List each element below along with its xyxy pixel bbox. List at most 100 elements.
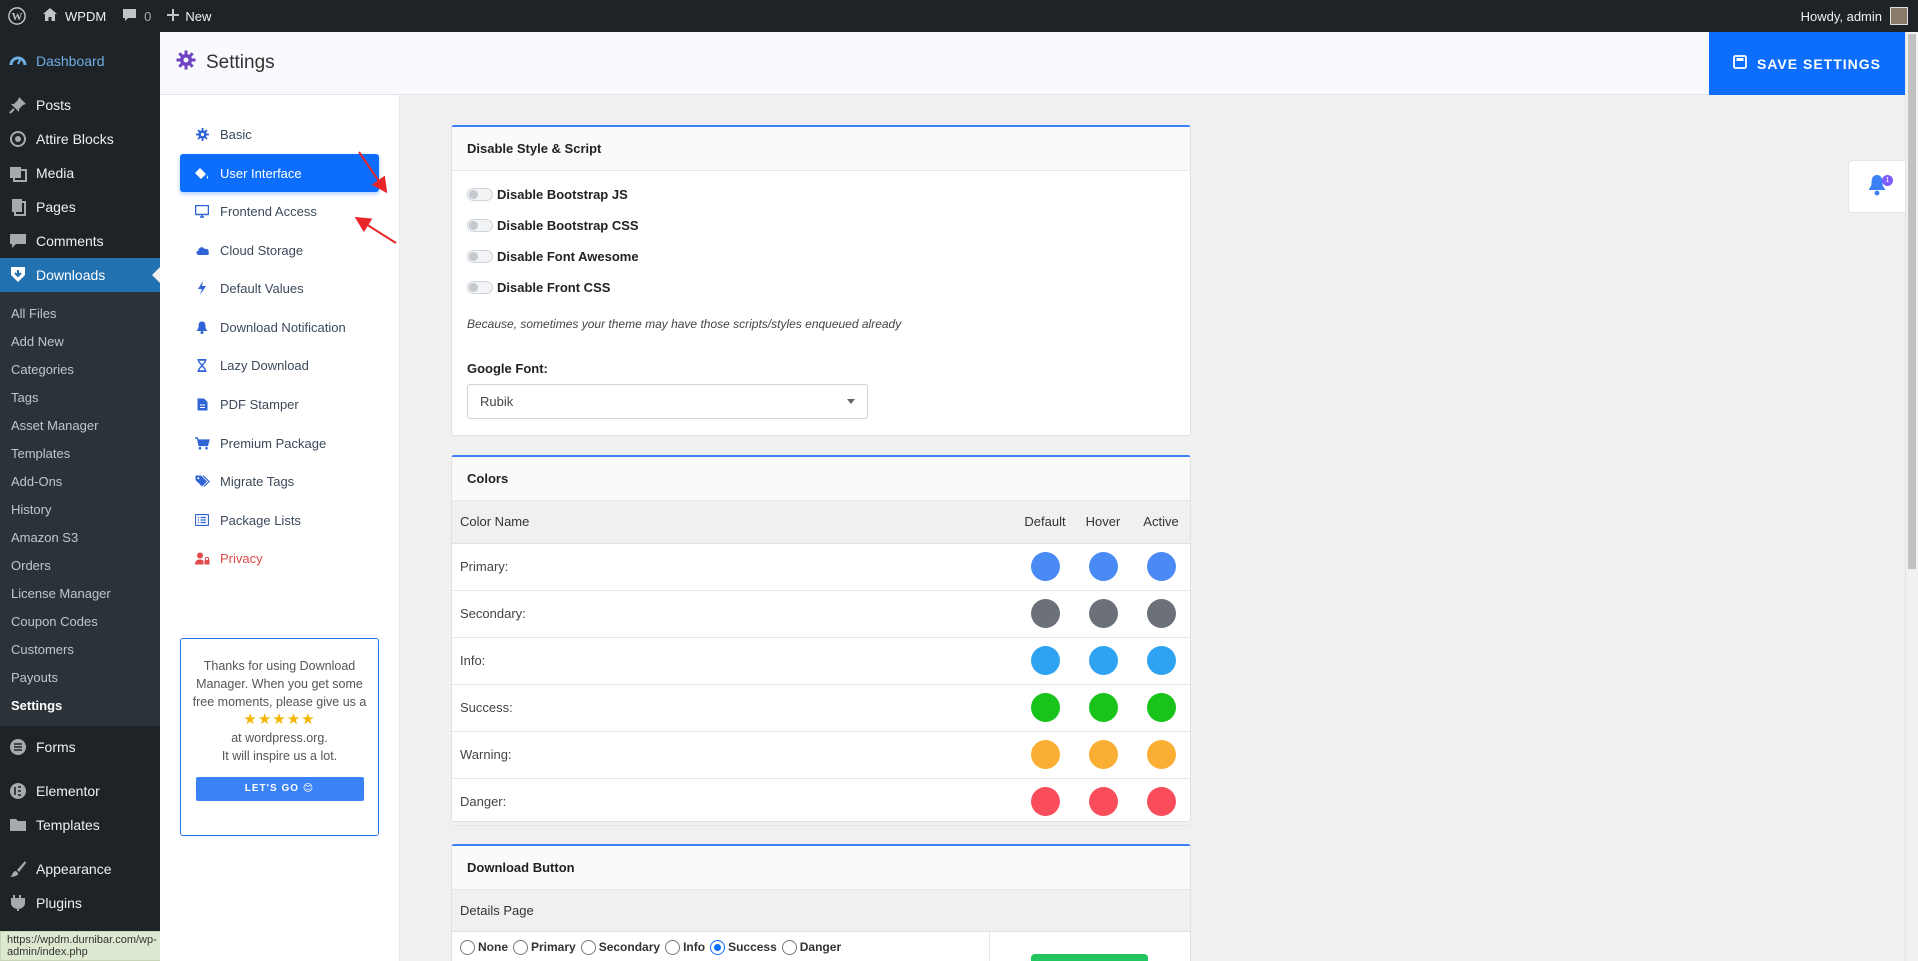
color-cell-active bbox=[1132, 731, 1190, 779]
radio-primary[interactable] bbox=[513, 939, 528, 955]
color-swatch-active[interactable] bbox=[1146, 787, 1176, 816]
menu-appearance[interactable]: Appearance bbox=[0, 852, 160, 886]
wordpress-logo-icon[interactable]: W bbox=[0, 0, 34, 32]
color-swatch-hover[interactable] bbox=[1088, 740, 1118, 769]
radio-none[interactable] bbox=[460, 939, 475, 955]
submenu-settings[interactable]: Settings bbox=[0, 691, 160, 719]
menu-label: Attire Blocks bbox=[36, 131, 114, 147]
toggle-label: Disable Bootstrap CSS bbox=[497, 218, 639, 233]
color-swatch-hover[interactable] bbox=[1088, 787, 1118, 816]
submenu-all-files[interactable]: All Files bbox=[0, 299, 160, 327]
colors-table: Color Name Default Hover Active Primary:… bbox=[452, 501, 1190, 826]
color-swatch-active[interactable] bbox=[1146, 552, 1176, 581]
menu-plugins[interactable]: Plugins bbox=[0, 886, 160, 920]
nav-premium-package[interactable]: Premium Package bbox=[180, 424, 379, 462]
nav-basic[interactable]: Basic bbox=[180, 115, 379, 153]
radio-secondary[interactable] bbox=[580, 939, 596, 955]
submenu-categories[interactable]: Categories bbox=[0, 355, 160, 383]
colors-card: Colors Color Name Default Hover Active P… bbox=[451, 455, 1191, 826]
my-account[interactable]: Howdy, admin bbox=[1801, 0, 1908, 32]
save-settings-button[interactable]: SAVE SETTINGS bbox=[1709, 32, 1905, 95]
disable-font-awesome-toggle[interactable] bbox=[467, 250, 493, 263]
color-swatch-hover[interactable] bbox=[1088, 693, 1118, 722]
pages-icon bbox=[8, 197, 28, 217]
disable-bootstrap-js-toggle[interactable] bbox=[467, 188, 493, 201]
menu-pages[interactable]: Pages bbox=[0, 190, 160, 224]
color-swatch-hover[interactable] bbox=[1088, 552, 1118, 581]
submenu-license-manager[interactable]: License Manager bbox=[0, 579, 160, 607]
color-swatch-default[interactable] bbox=[1030, 599, 1060, 628]
color-swatch-default[interactable] bbox=[1030, 646, 1060, 675]
lets-go-button[interactable]: LET'S GO 😊 bbox=[195, 777, 364, 801]
comment-icon bbox=[8, 231, 28, 251]
color-swatch-active[interactable] bbox=[1146, 740, 1176, 769]
nav-download-notification[interactable]: Download Notification bbox=[180, 308, 379, 346]
blocks-icon bbox=[8, 129, 28, 149]
color-swatch-hover[interactable] bbox=[1088, 599, 1118, 628]
desktop-icon bbox=[194, 203, 210, 219]
elementor-icon bbox=[8, 781, 28, 801]
comments-link[interactable]: 0 bbox=[114, 0, 159, 32]
menu-label: Comments bbox=[36, 233, 104, 249]
radio-label: Info bbox=[683, 940, 706, 954]
menu-templates[interactable]: Templates bbox=[0, 808, 160, 842]
nav-pdf-stamper[interactable]: PDF Stamper bbox=[180, 385, 379, 423]
menu-elementor[interactable]: Elementor bbox=[0, 774, 160, 808]
radio-success[interactable] bbox=[710, 939, 726, 955]
google-font-select[interactable]: Rubik bbox=[467, 384, 868, 419]
radio-danger[interactable] bbox=[781, 939, 797, 955]
submenu-tags[interactable]: Tags bbox=[0, 383, 160, 411]
color-name: Success: bbox=[452, 684, 1016, 732]
scrollbar-thumb[interactable] bbox=[1908, 34, 1916, 569]
color-swatch-default[interactable] bbox=[1030, 693, 1060, 722]
color-swatch-default[interactable] bbox=[1030, 787, 1060, 816]
save-settings-label: SAVE SETTINGS bbox=[1757, 55, 1881, 72]
menu-downloads[interactable]: Downloads bbox=[0, 258, 160, 292]
submenu-payouts[interactable]: Payouts bbox=[0, 663, 160, 691]
submenu-customers[interactable]: Customers bbox=[0, 635, 160, 663]
menu-attire-blocks[interactable]: Attire Blocks bbox=[0, 122, 160, 156]
col-hover: Hover bbox=[1074, 501, 1132, 544]
radio-label: None bbox=[478, 940, 508, 954]
menu-media[interactable]: Media bbox=[0, 156, 160, 190]
submenu-templates[interactable]: Templates bbox=[0, 439, 160, 467]
nav-package-lists[interactable]: Package Lists bbox=[180, 501, 379, 539]
nav-label: Basic bbox=[220, 126, 252, 142]
submenu-asset-manager[interactable]: Asset Manager bbox=[0, 411, 160, 439]
radio-info[interactable] bbox=[665, 939, 681, 955]
submenu-add-ons[interactable]: Add-Ons bbox=[0, 467, 160, 495]
submenu-amazon-s3[interactable]: Amazon S3 bbox=[0, 523, 160, 551]
color-swatch-hover[interactable] bbox=[1088, 646, 1118, 675]
color-swatch-default[interactable] bbox=[1030, 552, 1060, 581]
color-swatch-active[interactable] bbox=[1146, 646, 1176, 675]
notification-bell-button[interactable]: 1 bbox=[1848, 160, 1905, 213]
color-cell-hover bbox=[1074, 590, 1132, 638]
nav-lazy-download[interactable]: Lazy Download bbox=[180, 346, 379, 384]
new-content-link[interactable]: New bbox=[159, 0, 219, 32]
submenu-history[interactable]: History bbox=[0, 495, 160, 523]
menu-forms[interactable]: Forms bbox=[0, 730, 160, 764]
submenu-coupon-codes[interactable]: Coupon Codes bbox=[0, 607, 160, 635]
submenu-add-new[interactable]: Add New bbox=[0, 327, 160, 355]
hourglass-icon bbox=[194, 357, 210, 373]
disable-bootstrap-css-toggle[interactable] bbox=[467, 219, 493, 232]
color-swatch-active[interactable] bbox=[1146, 693, 1176, 722]
site-name-link[interactable]: WPDM bbox=[34, 0, 114, 32]
color-swatch-active[interactable] bbox=[1146, 599, 1176, 628]
page-title-text: Settings bbox=[206, 52, 275, 73]
color-name: Secondary: bbox=[452, 590, 1016, 638]
comments-count: 0 bbox=[144, 8, 152, 24]
submenu-orders[interactable]: Orders bbox=[0, 551, 160, 579]
color-row: Danger: bbox=[452, 778, 1190, 826]
nav-migrate-tags[interactable]: Migrate Tags bbox=[180, 462, 379, 500]
menu-dashboard[interactable]: Dashboard bbox=[0, 44, 160, 78]
menu-comments[interactable]: Comments bbox=[0, 224, 160, 258]
page-scrollbar[interactable] bbox=[1905, 32, 1918, 961]
help-note: Because, sometimes your theme may have t… bbox=[467, 317, 902, 331]
color-cell-default bbox=[1016, 684, 1074, 732]
nav-privacy[interactable]: Privacy bbox=[180, 539, 379, 577]
disable-front-css-toggle[interactable] bbox=[467, 281, 493, 294]
menu-posts[interactable]: Posts bbox=[0, 88, 160, 122]
color-cell-hover bbox=[1074, 778, 1132, 826]
color-swatch-default[interactable] bbox=[1030, 740, 1060, 769]
